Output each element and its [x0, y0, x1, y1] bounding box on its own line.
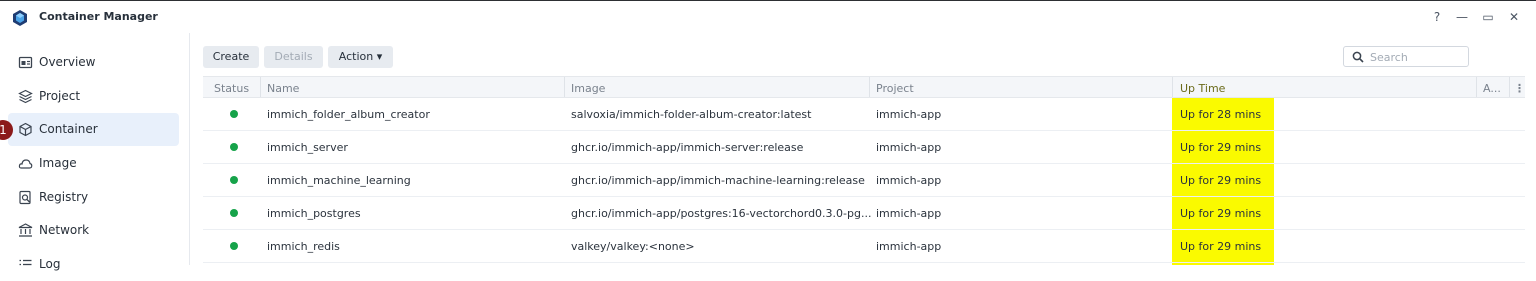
cell-name: immich_server — [267, 141, 348, 154]
cell-uptime: Up for 29 mins — [1180, 240, 1262, 253]
maximize-button[interactable]: ▭ — [1481, 10, 1495, 24]
column-divider[interactable] — [869, 77, 870, 97]
cell-project: immich-app — [876, 108, 942, 121]
cell-image: salvoxia/immich-folder-album-creator:lat… — [571, 108, 812, 121]
cell-name: immich_machine_learning — [267, 174, 411, 187]
sidebar-item-label: Container — [39, 122, 98, 136]
overview-icon — [18, 56, 33, 69]
search-icon — [1352, 51, 1364, 63]
column-header-name[interactable]: Name — [267, 82, 299, 95]
table-header: Status Name Image Project Up Time A... ⋮ — [203, 76, 1525, 98]
sidebar-item-label: Log — [39, 257, 61, 271]
status-running-icon — [230, 110, 238, 118]
column-header-project[interactable]: Project — [876, 82, 914, 95]
column-divider[interactable] — [1172, 77, 1173, 97]
container-manager-logo-icon — [13, 10, 27, 26]
table-row[interactable]: immich_folder_album_creator salvoxia/imm… — [203, 98, 1525, 131]
search-input[interactable]: Search — [1343, 46, 1469, 67]
cell-image: valkey/valkey:<none> — [571, 240, 695, 253]
project-icon — [18, 89, 33, 104]
column-divider[interactable] — [1476, 77, 1477, 97]
search-placeholder: Search — [1370, 51, 1408, 64]
sidebar-item-network[interactable]: Network — [8, 214, 179, 247]
status-running-icon — [230, 209, 238, 217]
column-divider[interactable] — [564, 77, 565, 97]
cell-project: immich-app — [876, 207, 942, 220]
action-dropdown-button[interactable]: Action ▾ — [328, 46, 393, 68]
cell-project: immich-app — [876, 174, 942, 187]
cell-project: immich-app — [876, 240, 942, 253]
column-options-icon[interactable]: ⋮ — [1514, 82, 1525, 95]
cell-uptime: Up for 28 mins — [1180, 108, 1262, 121]
minimize-button[interactable]: — — [1455, 10, 1469, 24]
status-running-icon — [230, 242, 238, 250]
sidebar-item-label: Network — [39, 223, 90, 237]
column-divider[interactable] — [260, 77, 261, 97]
title-bar: Container Manager ? — ▭ ✕ — [0, 0, 1536, 33]
cell-name: immich_redis — [267, 240, 340, 253]
column-header-status[interactable]: Status — [214, 82, 249, 95]
sidebar-item-label: Registry — [39, 190, 89, 204]
table-row[interactable]: immich_server ghcr.io/immich-app/immich-… — [203, 131, 1525, 164]
cell-name: immich_postgres — [267, 207, 361, 220]
sidebar-item-image[interactable]: Image — [8, 147, 179, 180]
cell-image: ghcr.io/immich-app/postgres:16-vectorcho… — [571, 207, 872, 220]
sidebar-item-container[interactable]: Container — [8, 113, 179, 146]
cell-uptime: Up for 29 mins — [1180, 141, 1262, 154]
column-header-uptime[interactable]: Up Time — [1180, 82, 1225, 95]
cell-uptime: Up for 29 mins — [1180, 207, 1262, 220]
app-title: Container Manager — [39, 10, 158, 23]
sidebar-item-overview[interactable]: Overview — [8, 46, 179, 79]
create-button[interactable]: Create — [203, 46, 259, 68]
sidebar-item-label: Image — [39, 156, 77, 170]
container-icon — [19, 122, 32, 137]
cell-image: ghcr.io/immich-app/immich-server:release — [571, 141, 804, 154]
sidebar-item-label: Project — [39, 89, 81, 103]
registry-icon — [19, 190, 31, 205]
status-running-icon — [230, 143, 238, 151]
cell-name: immich_folder_album_creator — [267, 108, 430, 121]
help-button[interactable]: ? — [1430, 10, 1444, 24]
status-running-icon — [230, 176, 238, 184]
column-divider[interactable] — [1509, 77, 1510, 97]
column-header-image[interactable]: Image — [571, 82, 605, 95]
image-icon — [18, 159, 33, 169]
sidebar-item-registry[interactable]: Registry — [8, 181, 179, 214]
details-button[interactable]: Details — [264, 46, 323, 68]
table-row[interactable]: immich_postgres ghcr.io/immich-app/postg… — [203, 197, 1525, 230]
column-header-truncated[interactable]: A... — [1483, 82, 1501, 95]
sidebar-item-label: Overview — [39, 55, 96, 69]
cell-image: ghcr.io/immich-app/immich-machine-learni… — [571, 174, 865, 187]
close-button[interactable]: ✕ — [1507, 10, 1521, 24]
sidebar-item-project[interactable]: Project — [8, 80, 179, 113]
cell-uptime: Up for 29 mins — [1180, 174, 1262, 187]
network-icon — [18, 223, 33, 237]
table-row[interactable]: immich_machine_learning ghcr.io/immich-a… — [203, 164, 1525, 197]
table-row[interactable]: immich_redis valkey/valkey:<none> immich… — [203, 230, 1525, 263]
cell-project: immich-app — [876, 141, 942, 154]
sidebar: Overview Project Container Image Registr… — [0, 33, 190, 271]
